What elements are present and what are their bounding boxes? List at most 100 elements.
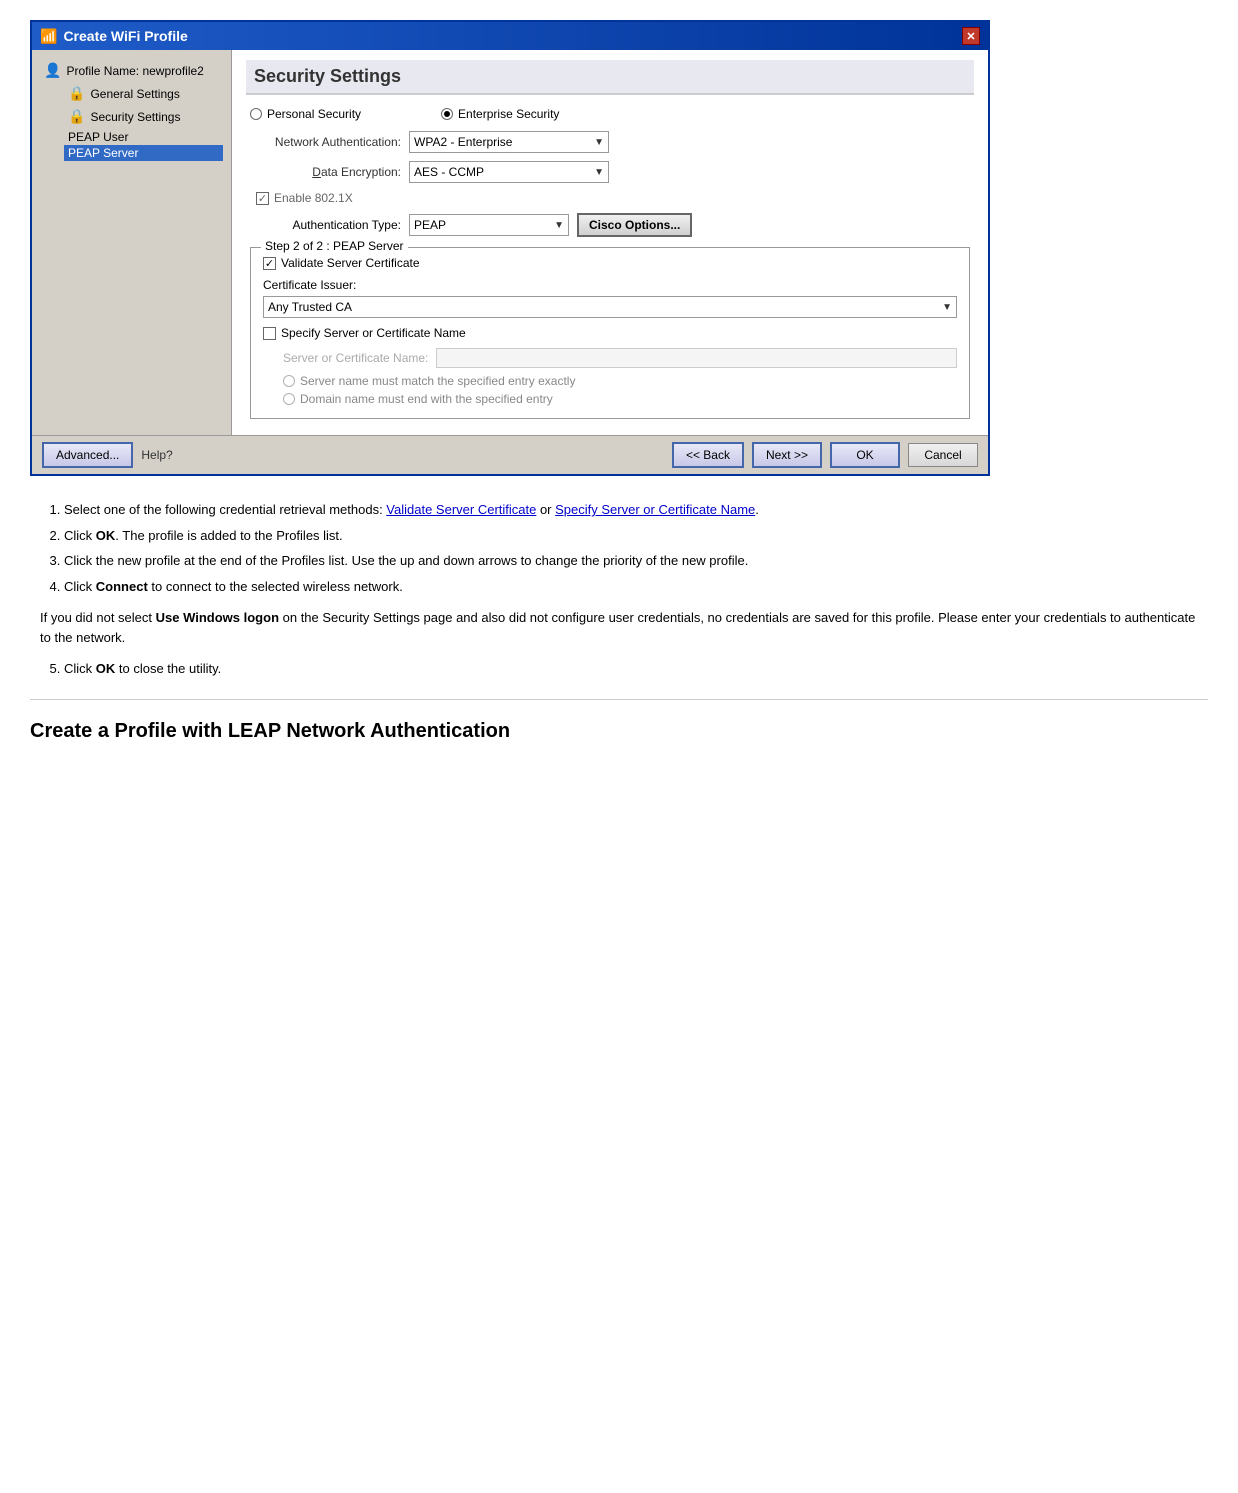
- next-button[interactable]: Next >>: [752, 442, 822, 468]
- step5-text: Click: [64, 661, 96, 676]
- personal-security-option[interactable]: Personal Security: [250, 107, 361, 121]
- cisco-options-button[interactable]: Cisco Options...: [577, 213, 692, 237]
- data-encryption-rest: ata Encryption:: [321, 165, 401, 179]
- network-auth-label: Network Authentication:: [246, 135, 401, 149]
- section-divider: [30, 699, 1208, 700]
- peap-user-item[interactable]: PEAP User: [64, 129, 223, 145]
- titlebar-left: 📶 Create WiFi Profile: [40, 28, 188, 45]
- note-paragraph: If you did not select Use Windows logon …: [40, 608, 1198, 647]
- data-encryption-value: AES - CCMP: [414, 165, 484, 179]
- lock-icon-general: 🔒: [68, 85, 85, 102]
- validate-cert-row: ✓ Validate Server Certificate: [263, 256, 957, 270]
- instruction-step4: Click Connect to connect to the selected…: [64, 577, 1198, 597]
- advanced-button[interactable]: Advanced...: [42, 442, 133, 468]
- validate-cert-link[interactable]: Validate Server Certificate: [386, 502, 536, 517]
- network-auth-value: WPA2 - Enterprise: [414, 135, 512, 149]
- cert-issuer-value: Any Trusted CA: [268, 300, 352, 314]
- cert-issuer-select[interactable]: Any Trusted CA ▼: [263, 296, 957, 318]
- domain-match-label: Domain name must end with the specified …: [300, 392, 553, 406]
- specify-server-link[interactable]: Specify Server or Certificate Name: [555, 502, 755, 517]
- cancel-button[interactable]: Cancel: [908, 443, 978, 467]
- network-auth-arrow: ▼: [594, 137, 604, 148]
- profile-name-label: Profile Name: newprofile2: [66, 64, 203, 78]
- ok-button[interactable]: OK: [830, 442, 900, 468]
- right-panel: Security Settings Personal Security Ente…: [232, 50, 988, 435]
- dialog-body: 👤 Profile Name: newprofile2 🔒 General Se…: [32, 50, 988, 435]
- peap-server-label: PEAP Server: [68, 146, 138, 160]
- data-encryption-d: D: [312, 165, 321, 179]
- instructions-list: Select one of the following credential r…: [40, 500, 1198, 596]
- data-encryption-label: Data Encryption:: [246, 165, 401, 179]
- step5-rest: to close the utility.: [115, 661, 221, 676]
- general-settings-label: General Settings: [90, 87, 179, 101]
- auth-type-row: Authentication Type: PEAP ▼ Cisco Option…: [246, 213, 974, 237]
- instructions-section: Select one of the following credential r…: [30, 500, 1208, 679]
- enable-8021x-checkbox[interactable]: ✓: [256, 192, 269, 205]
- specify-server-label: Specify Server or Certificate Name: [281, 326, 466, 340]
- enable-8021x-label: Enable 802.1X: [274, 191, 353, 205]
- security-settings-label: Security Settings: [90, 110, 180, 124]
- back-button[interactable]: << Back: [672, 442, 744, 468]
- instruction-step1: Select one of the following credential r…: [64, 500, 1198, 520]
- auth-type-select[interactable]: PEAP ▼: [409, 214, 569, 236]
- validate-cert-checkbox[interactable]: ✓: [263, 257, 276, 270]
- help-text: Help?: [141, 448, 172, 462]
- domain-match-row: Domain name must end with the specified …: [263, 392, 957, 406]
- step2-rest: . The profile is added to the Profiles l…: [115, 528, 342, 543]
- validate-cert-label: Validate Server Certificate: [281, 256, 420, 270]
- page-wrapper: 📶 Create WiFi Profile ✕ 👤 Profile Name: …: [0, 0, 1238, 773]
- network-auth-row: Network Authentication: WPA2 - Enterpris…: [246, 131, 974, 153]
- peap-user-label: PEAP User: [68, 130, 128, 144]
- enterprise-security-label: Enterprise Security: [458, 107, 559, 121]
- dialog-title: Create WiFi Profile: [63, 28, 187, 44]
- server-match-row: Server name must match the specified ent…: [263, 374, 957, 388]
- left-panel: 👤 Profile Name: newprofile2 🔒 General Se…: [32, 50, 232, 435]
- data-encryption-select[interactable]: AES - CCMP ▼: [409, 161, 609, 183]
- close-button[interactable]: ✕: [962, 27, 980, 45]
- step5-bold: OK: [96, 661, 116, 676]
- left-panel-subitems: 🔒 General Settings 🔒 Security Settings P…: [40, 83, 223, 161]
- lock-icon-security: 🔒: [68, 108, 85, 125]
- dialog-footer: Advanced... Help? << Back Next >> OK Can…: [32, 435, 988, 474]
- profile-name-item: 👤 Profile Name: newprofile2: [40, 60, 223, 81]
- auth-type-arrow: ▼: [554, 220, 564, 231]
- data-encryption-row: Data Encryption: AES - CCMP ▼: [246, 161, 974, 183]
- specify-server-checkbox[interactable]: [263, 327, 276, 340]
- domain-match-radio[interactable]: [283, 393, 295, 405]
- server-cert-name-label: Server or Certificate Name:: [283, 351, 428, 365]
- instruction-step3: Click the new profile at the end of the …: [64, 551, 1198, 571]
- dialog-titlebar: 📶 Create WiFi Profile ✕: [32, 22, 988, 50]
- note-text: If you did not select: [40, 610, 156, 625]
- dialog-window: 📶 Create WiFi Profile ✕ 👤 Profile Name: …: [30, 20, 990, 476]
- step2-text: Click: [64, 528, 96, 543]
- group-box-legend: Step 2 of 2 : PEAP Server: [261, 239, 408, 253]
- security-settings-title: Security Settings: [246, 60, 974, 95]
- server-match-radio[interactable]: [283, 375, 295, 387]
- auth-type-label: Authentication Type:: [256, 218, 401, 232]
- enterprise-security-radio[interactable]: [441, 108, 453, 120]
- data-encryption-arrow: ▼: [594, 167, 604, 178]
- page-section-title: Create a Profile with LEAP Network Authe…: [30, 720, 1208, 743]
- enterprise-security-option[interactable]: Enterprise Security: [441, 107, 559, 121]
- peap-server-groupbox: Step 2 of 2 : PEAP Server ✓ Validate Ser…: [250, 247, 970, 419]
- step3-text: Click the new profile at the end of the …: [64, 553, 748, 568]
- personal-security-label: Personal Security: [267, 107, 361, 121]
- step1-text: Select one of the following credential r…: [64, 502, 386, 517]
- instruction-step5: Click OK to close the utility.: [64, 659, 1198, 679]
- profile-icon: 👤: [44, 62, 61, 79]
- auth-type-value: PEAP: [414, 218, 446, 232]
- security-settings-item[interactable]: 🔒 Security Settings: [64, 106, 223, 127]
- server-cert-name-row: Server or Certificate Name:: [263, 348, 957, 368]
- network-auth-select[interactable]: WPA2 - Enterprise ▼: [409, 131, 609, 153]
- specify-server-row: Specify Server or Certificate Name: [263, 326, 957, 340]
- note-bold: Use Windows logon: [156, 610, 279, 625]
- step2-bold: OK: [96, 528, 116, 543]
- step1-or: or: [536, 502, 555, 517]
- peap-server-item[interactable]: PEAP Server: [64, 145, 223, 161]
- server-cert-name-input[interactable]: [436, 348, 957, 368]
- personal-security-radio[interactable]: [250, 108, 262, 120]
- general-settings-item[interactable]: 🔒 General Settings: [64, 83, 223, 104]
- step4-bold: Connect: [96, 579, 148, 594]
- server-match-label: Server name must match the specified ent…: [300, 374, 575, 388]
- instruction-step2: Click OK. The profile is added to the Pr…: [64, 526, 1198, 546]
